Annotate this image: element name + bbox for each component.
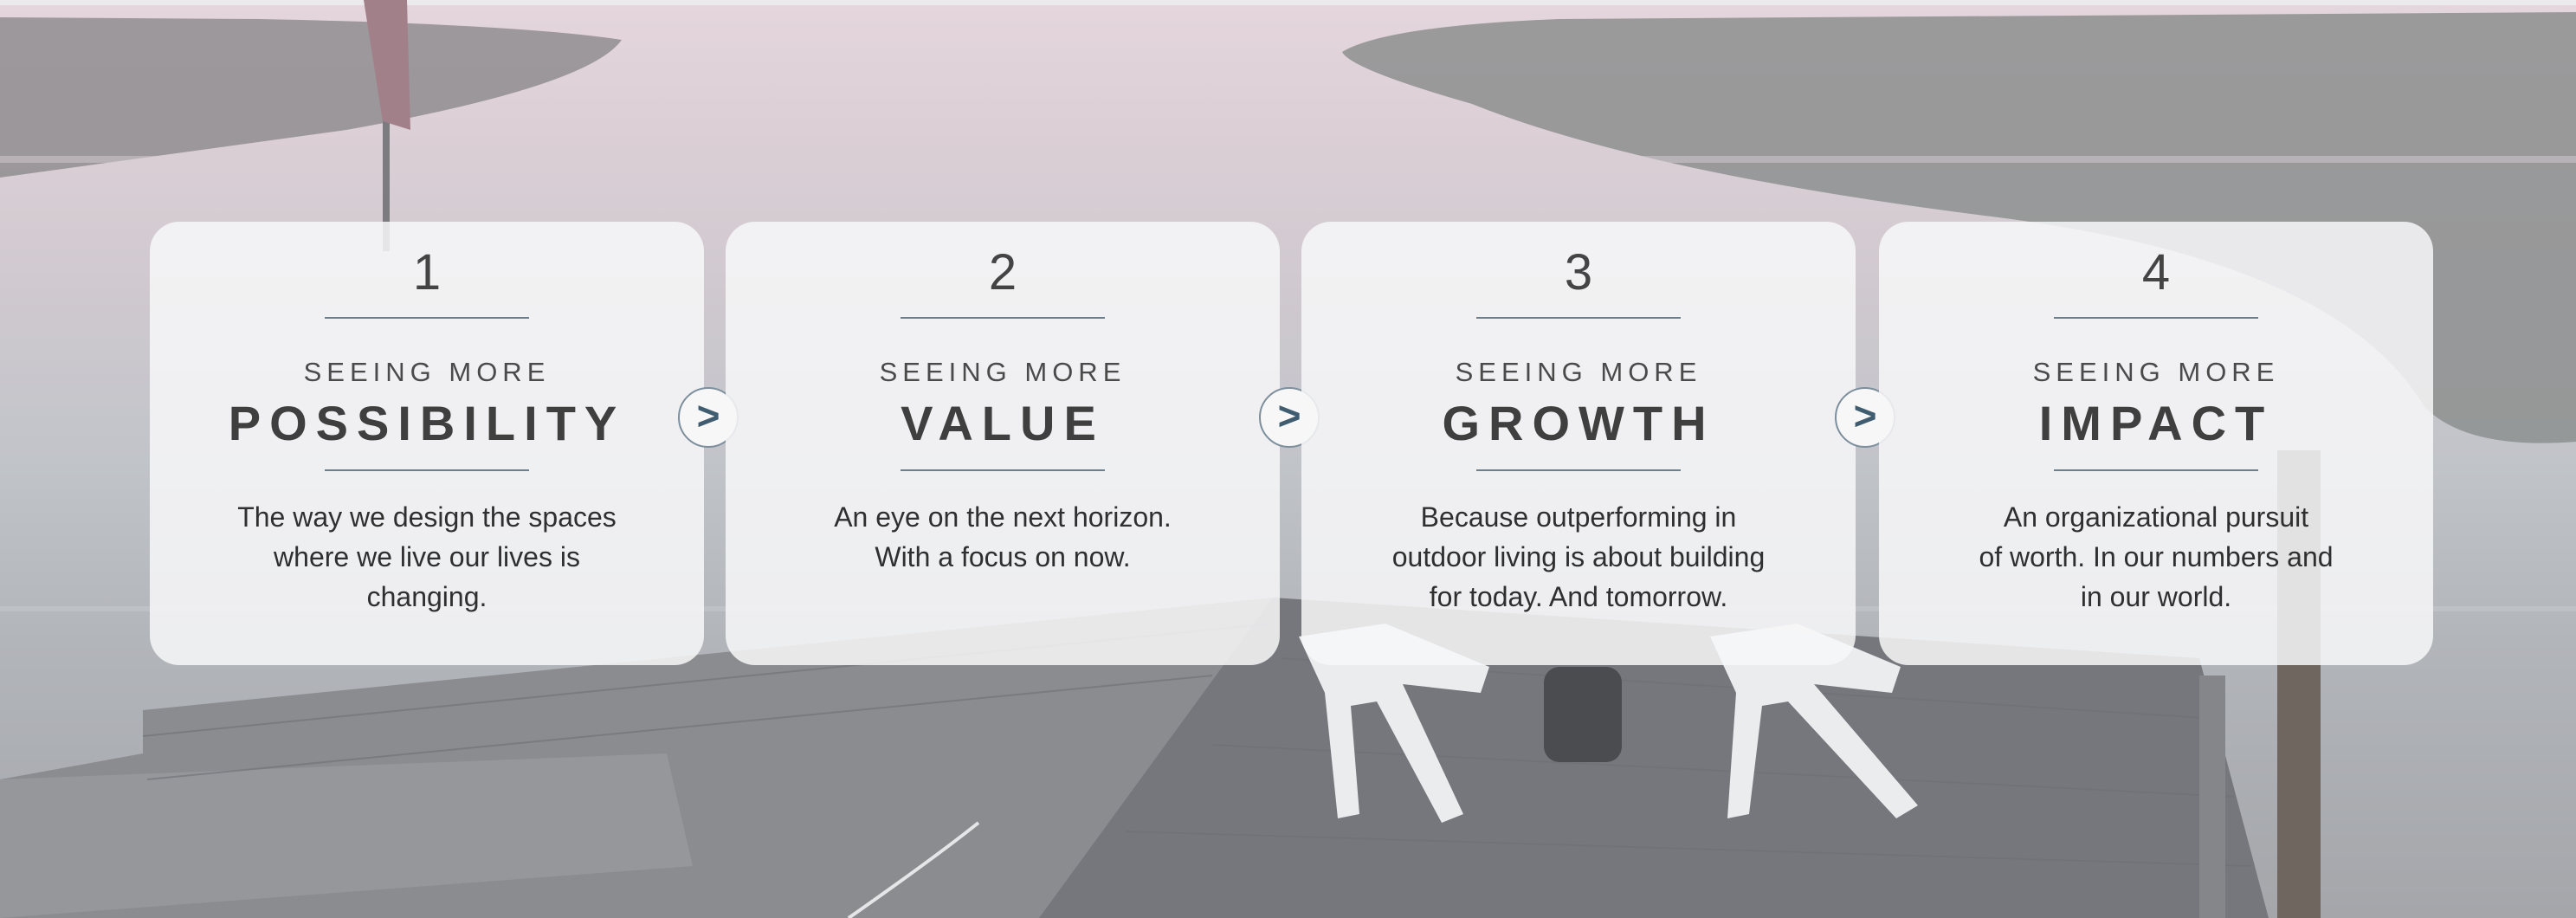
divider-line: [2054, 317, 2258, 319]
card-kicker: SEEING MORE: [303, 357, 551, 387]
card-number: 1: [412, 244, 442, 301]
card-kicker: SEEING MORE: [879, 357, 1127, 387]
card-title: VALUE: [901, 396, 1105, 450]
arrow-glyph: >: [696, 393, 720, 438]
divider-line: [901, 469, 1105, 471]
arrow-glyph: >: [1853, 393, 1877, 438]
divider-line: [1476, 469, 1681, 471]
card-description: Because outperforming in outdoor living …: [1391, 501, 1766, 612]
card-kicker: SEEING MORE: [1455, 357, 1702, 387]
card-number: 4: [2141, 244, 2171, 301]
card-description: An eye on the next horizon. With a focus…: [834, 501, 1172, 572]
divider-line: [325, 469, 529, 471]
card-possibility: 1 SEEING MORE POSSIBILITY The way we des…: [150, 222, 704, 665]
card-kicker: SEEING MORE: [2032, 357, 2280, 387]
card-title: POSSIBILITY: [228, 396, 626, 450]
card-growth: 3 SEEING MORE GROWTH Because outperformi…: [1301, 222, 1856, 665]
card-number: 3: [1564, 244, 1593, 301]
card-value: 2 SEEING MORE VALUE An eye on the next h…: [726, 222, 1280, 665]
card-description: An organizational pursuit of worth. In o…: [1979, 501, 2334, 612]
card-title: GROWTH: [1442, 396, 1715, 450]
arrow-glyph: >: [1277, 393, 1301, 438]
card-impact: 4 SEEING MORE IMPACT An organizational p…: [1879, 222, 2433, 665]
divider-line: [1476, 317, 1681, 319]
divider-line: [2054, 469, 2258, 471]
card-description: The way we design the spaces where we li…: [237, 501, 617, 612]
divider-line: [325, 317, 529, 319]
card-title: IMPACT: [2038, 396, 2274, 450]
divider-line: [901, 317, 1105, 319]
card-number: 2: [988, 244, 1017, 301]
